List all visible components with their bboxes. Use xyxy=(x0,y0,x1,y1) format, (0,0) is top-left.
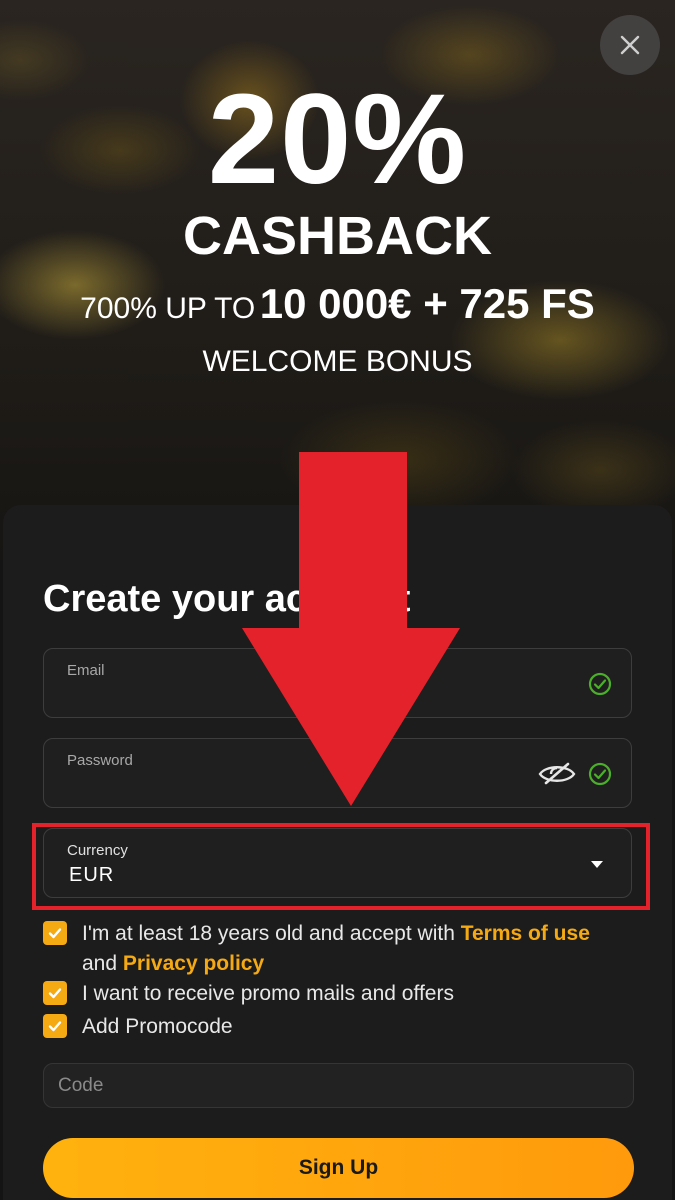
promo-percent: 20% xyxy=(207,68,468,211)
add-promocode-checkbox[interactable] xyxy=(43,1014,67,1038)
promo-banner: 20% CASHBACK 700% UP TO 10 000€ + 725 FS… xyxy=(0,70,675,382)
password-input[interactable] xyxy=(66,773,546,799)
email-label: Email xyxy=(67,662,105,679)
promo-mails-checkbox[interactable] xyxy=(43,981,67,1005)
add-promocode-label: Add Promocode xyxy=(82,1015,233,1038)
promo-offer: 700% UP TO 10 000€ + 725 FS xyxy=(0,278,675,340)
age-consent-text: I'm at least 18 years old and accept wit… xyxy=(82,919,642,979)
check-circle-icon xyxy=(588,672,612,696)
password-label: Password xyxy=(67,752,133,769)
promo-offer-amount: 10 000€ + 725 FS xyxy=(259,280,595,327)
eye-slash-icon[interactable] xyxy=(538,761,576,787)
signup-button[interactable]: Sign Up xyxy=(43,1138,634,1198)
age-consent-label: I'm at least 18 years old and accept wit… xyxy=(82,922,455,945)
checkmark-icon xyxy=(48,928,62,939)
close-button[interactable] xyxy=(600,15,660,75)
form-title: Create your account xyxy=(43,578,411,620)
email-field[interactable]: Email xyxy=(43,648,632,718)
close-icon xyxy=(620,35,640,55)
checkmark-icon xyxy=(48,988,62,999)
check-circle-icon xyxy=(588,762,612,786)
currency-value: EUR xyxy=(69,864,115,886)
privacy-link[interactable]: Privacy policy xyxy=(123,952,264,975)
caret-down-icon[interactable] xyxy=(591,861,603,868)
and-label: and xyxy=(82,952,118,975)
checkmark-icon xyxy=(48,1021,62,1032)
email-input[interactable] xyxy=(66,683,546,709)
age-checkbox[interactable] xyxy=(43,921,67,945)
currency-select[interactable]: Currency EUR xyxy=(43,828,632,898)
signup-screen: 20% CASHBACK 700% UP TO 10 000€ + 725 FS… xyxy=(0,0,675,1200)
promo-cashback: CASHBACK xyxy=(183,206,492,266)
promocode-field[interactable] xyxy=(43,1063,634,1108)
password-field[interactable]: Password xyxy=(43,738,632,808)
terms-link[interactable]: Terms of use xyxy=(461,922,590,945)
promo-mails-label: I want to receive promo mails and offers xyxy=(82,982,454,1005)
promo-offer-prefix: 700% UP TO xyxy=(80,292,256,325)
promocode-input[interactable] xyxy=(58,1073,618,1099)
promo-welcome: WELCOME BONUS xyxy=(202,345,473,378)
currency-label: Currency xyxy=(67,842,128,859)
